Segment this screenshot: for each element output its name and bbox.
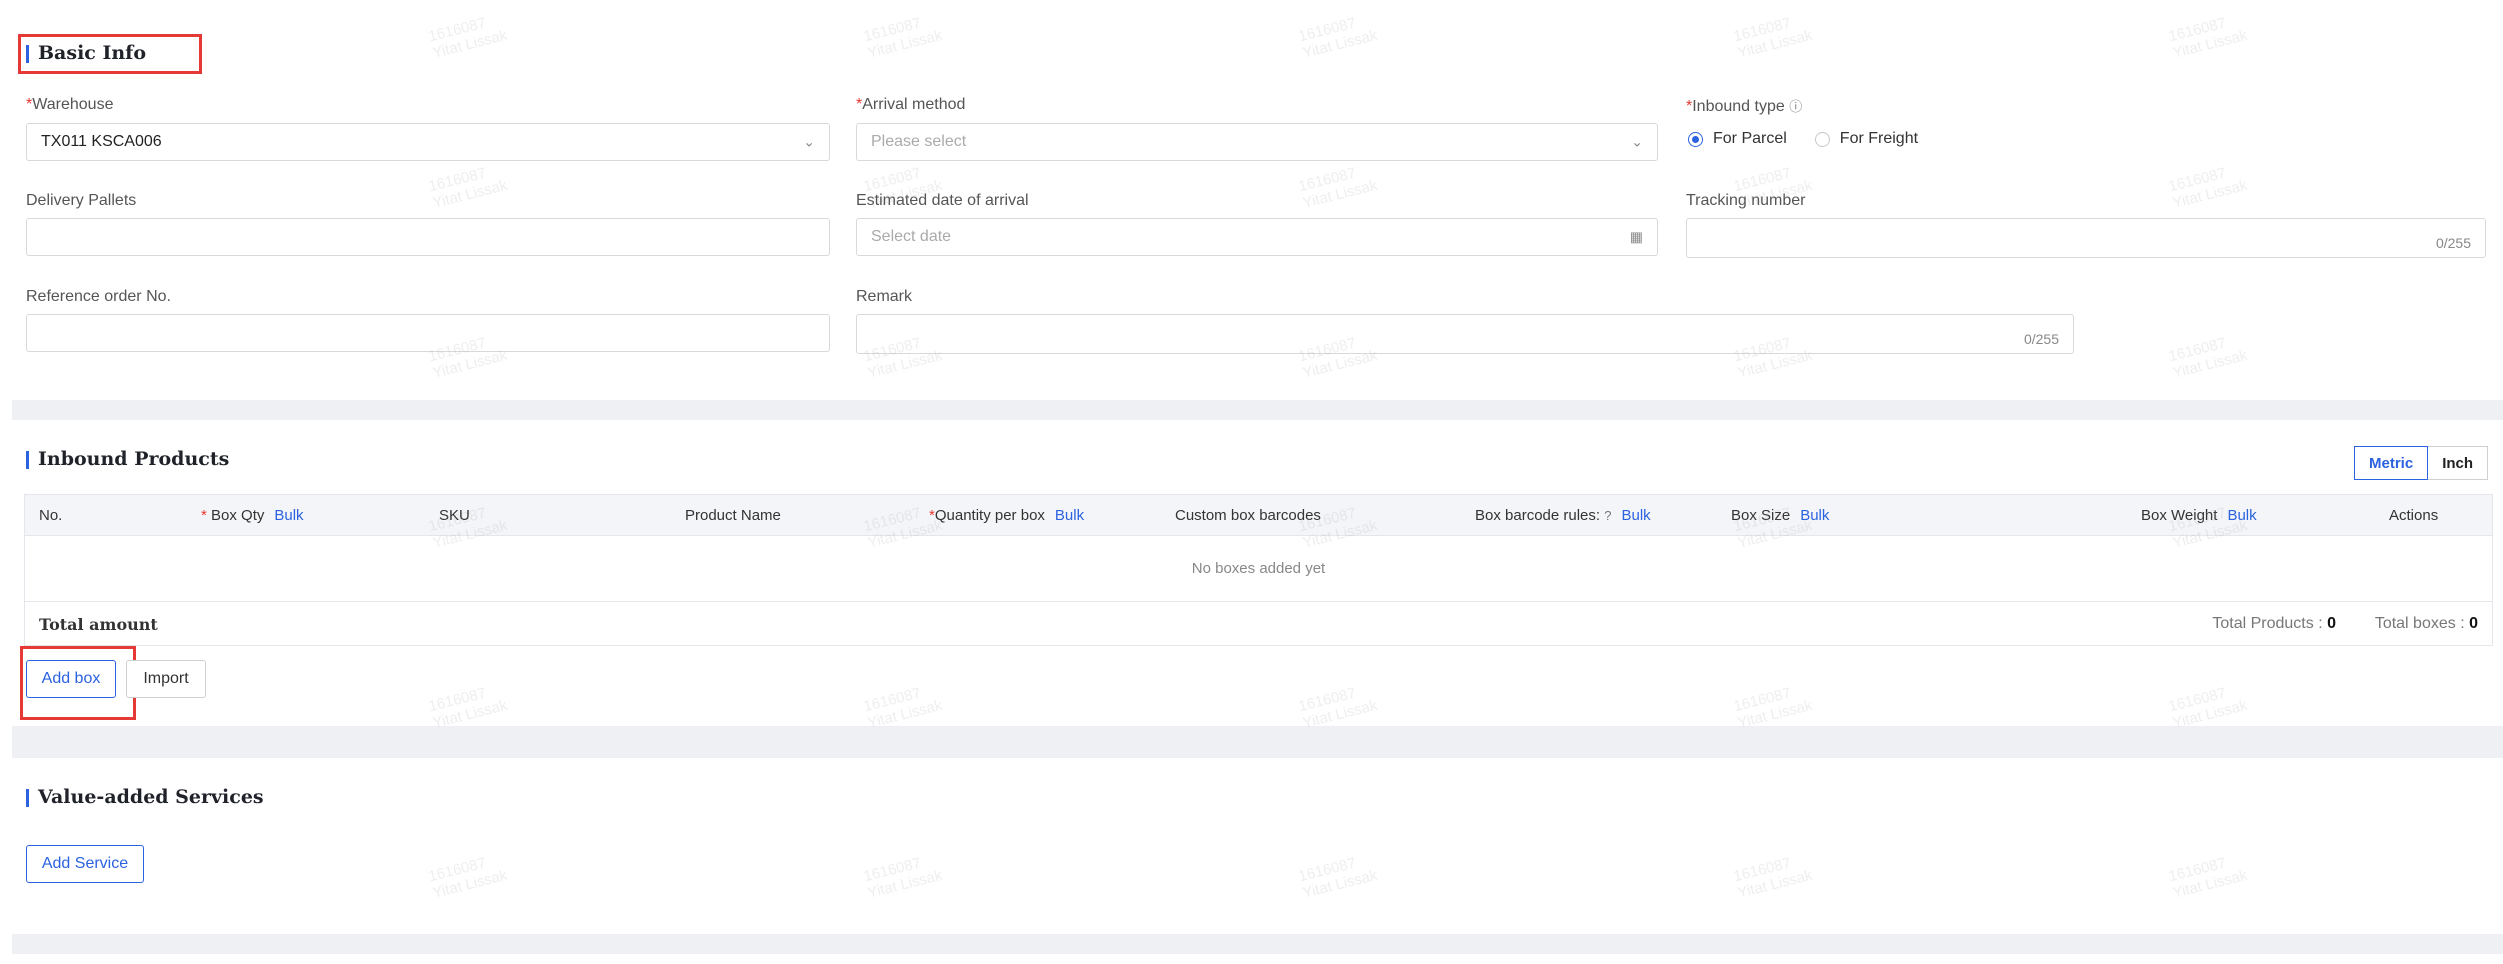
watermark-text: 1616087Yitat Lissak xyxy=(861,684,944,732)
bulk-qty-per-box-link[interactable]: Bulk xyxy=(1055,507,1084,524)
chevron-down-icon: ⌄ xyxy=(1631,133,1643,150)
col-no: No. xyxy=(39,507,63,524)
warehouse-label: *Warehouse xyxy=(26,96,114,113)
remark-label: Remark xyxy=(856,288,913,305)
warehouse-value: TX011 KSCA006 xyxy=(41,133,162,150)
total-row: Total amount Total Products : 0 Total bo… xyxy=(24,602,2493,646)
watermark-text: 1616087Yitat Lissak xyxy=(861,854,944,902)
watermark-text: 1616087Yitat Lissak xyxy=(1731,854,1814,902)
watermark-text: 1616087Yitat Lissak xyxy=(1731,684,1814,732)
reference-order-label: Reference order No. xyxy=(26,288,171,305)
radio-checked-icon xyxy=(1688,131,1703,147)
bulk-box-qty-link[interactable]: Bulk xyxy=(274,507,303,524)
inbound-products-title: Inbound Products xyxy=(26,448,229,470)
table-header: No. * Box Qty Bulk SKU Product Name *Quan… xyxy=(24,494,2493,536)
watermark-text: 1616087Yitat Lissak xyxy=(426,854,509,902)
total-amount-label: Total amount xyxy=(39,615,158,634)
toggle-inch[interactable]: Inch xyxy=(2428,446,2489,480)
col-box-size: Box Size Bulk xyxy=(1731,507,1830,524)
total-products: Total Products : 0 xyxy=(2212,615,2336,632)
section-divider xyxy=(12,400,2503,420)
col-actions: Actions xyxy=(2389,507,2439,524)
bottom-band xyxy=(12,934,2503,954)
inbound-type-label: *Inbound type ⓘ xyxy=(1686,98,1803,115)
tracking-counter: 0/255 xyxy=(2435,235,2471,251)
add-box-button[interactable]: Add box xyxy=(26,660,116,698)
add-service-button[interactable]: Add Service xyxy=(26,845,144,883)
col-box-weight: Box Weight Bulk xyxy=(2141,507,2257,524)
import-button[interactable]: Import xyxy=(126,660,206,698)
estimated-date-label: Estimated date of arrival xyxy=(856,192,1029,209)
value-added-title: Value-added Services xyxy=(26,786,264,808)
date-placeholder: Select date xyxy=(871,228,952,245)
radio-for-freight[interactable]: For Freight xyxy=(1814,130,1918,148)
remark-counter: 0/255 xyxy=(2023,331,2059,347)
estimated-date-picker[interactable]: Select date ▦ xyxy=(856,218,1658,256)
radio-for-parcel[interactable]: For Parcel xyxy=(1688,130,1787,148)
reference-order-input[interactable] xyxy=(26,314,830,352)
arrival-method-select[interactable]: Please select ⌄ xyxy=(856,123,1658,161)
tracking-number-textarea[interactable]: 0/255 xyxy=(1686,218,2486,258)
tracking-number-label: Tracking number xyxy=(1686,192,1806,209)
col-barcode-rules: Box barcode rules: ? Bulk xyxy=(1475,507,1651,524)
info-icon: ⓘ xyxy=(1789,99,1803,114)
total-boxes: Total boxes : 0 xyxy=(2374,615,2478,632)
remark-textarea[interactable]: 0/255 xyxy=(856,314,2074,354)
arrival-method-label: *Arrival method xyxy=(856,96,966,113)
chevron-down-icon: ⌄ xyxy=(803,133,815,150)
warehouse-select[interactable]: TX011 KSCA006 ⌄ xyxy=(26,123,830,161)
watermark-text: 1616087Yitat Lissak xyxy=(1296,684,1379,732)
calendar-icon: ▦ xyxy=(1629,228,1643,245)
col-qty-per-box: *Quantity per box Bulk xyxy=(929,507,1085,524)
help-icon[interactable]: ? xyxy=(1604,508,1611,523)
radio-unchecked-icon xyxy=(1814,131,1830,147)
delivery-pallets-label: Delivery Pallets xyxy=(26,192,137,209)
watermark-text: 1616087Yitat Lissak xyxy=(2166,854,2249,902)
toggle-metric[interactable]: Metric xyxy=(2354,446,2429,480)
bulk-barcode-rules-link[interactable]: Bulk xyxy=(1621,507,1650,524)
col-custom-barcodes: Custom box barcodes xyxy=(1175,507,1321,524)
empty-state: No boxes added yet xyxy=(24,536,2493,602)
unit-toggle: Metric Inch xyxy=(2354,446,2489,480)
col-product-name: Product Name xyxy=(685,507,781,524)
watermark-text: 1616087Yitat Lissak xyxy=(1296,854,1379,902)
delivery-pallets-input[interactable] xyxy=(26,218,830,256)
watermark-text: 1616087Yitat Lissak xyxy=(426,684,509,732)
bulk-box-size-link[interactable]: Bulk xyxy=(1800,507,1829,524)
inbound-type-radio-group: For Parcel For Freight xyxy=(1688,130,1946,148)
watermark-text: 1616087Yitat Lissak xyxy=(2166,684,2249,732)
basic-info-title: Basic Info xyxy=(26,42,146,64)
bulk-box-weight-link[interactable]: Bulk xyxy=(2227,507,2256,524)
arrival-method-placeholder: Please select xyxy=(871,133,967,150)
col-box-qty: * Box Qty Bulk xyxy=(201,507,304,524)
col-sku: SKU xyxy=(439,507,470,524)
section-divider xyxy=(12,726,2503,758)
